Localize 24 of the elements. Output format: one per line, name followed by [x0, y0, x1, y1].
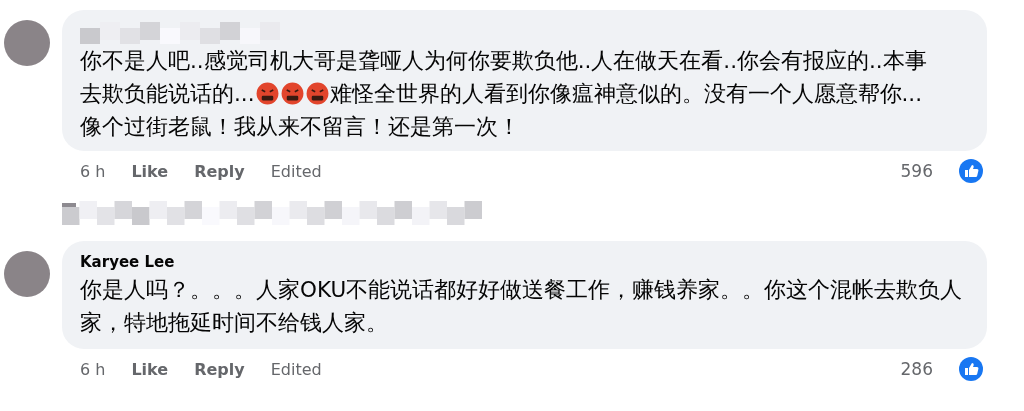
avatar[interactable]: [4, 20, 50, 66]
avatar[interactable]: [4, 251, 50, 297]
comment-text: 你是人吗？。。。人家OKU不能说话都好好做送餐工作，赚钱养家。。你这个混帐去欺负人: [80, 276, 963, 304]
reaction-count[interactable]: 596: [900, 161, 933, 181]
thumbs-up-icon: [959, 159, 983, 183]
edited-label: Edited: [270, 359, 322, 379]
comment-text: 像个过街老鼠！我从来不留言！还是第一次！: [80, 113, 520, 141]
angry-face-icon: [305, 82, 329, 105]
reply-link[interactable]: Reply: [194, 359, 245, 379]
angry-face-icon: [280, 82, 304, 105]
angry-face-icon: [255, 82, 279, 105]
edited-label: Edited: [270, 161, 322, 181]
comment-text: 去欺负能说话的...: [80, 80, 255, 108]
comment-text: 家，特地拖延时间不给钱人家。: [80, 309, 388, 337]
comment-text: 你不是人吧..感觉司机大哥是聋哑人为何你要欺负他..人在做天在看..你会有报应的..本事: [80, 47, 927, 75]
like-link[interactable]: Like: [131, 359, 169, 379]
thumbs-up-icon: [959, 357, 983, 381]
like-link[interactable]: Like: [131, 161, 169, 181]
reaction-count[interactable]: 286: [900, 359, 933, 379]
reply-link[interactable]: Reply: [194, 161, 245, 181]
comment-time[interactable]: 6 h: [80, 359, 106, 379]
comment-text: 难怪全世界的人看到你像瘟神意似的。没有一个人愿意帮你...: [329, 80, 923, 108]
comment-time[interactable]: 6 h: [80, 161, 106, 181]
comment-author[interactable]: Karyee Lee: [80, 251, 175, 273]
